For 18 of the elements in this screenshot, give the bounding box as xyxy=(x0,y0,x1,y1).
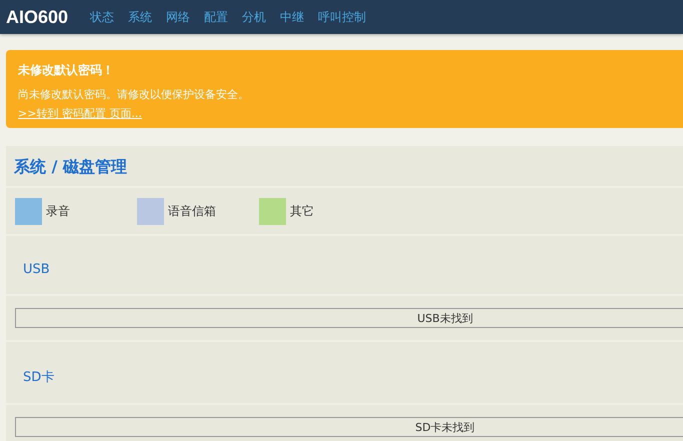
nav-link[interactable]: 中继 xyxy=(280,8,304,26)
warning-message: 尚未修改默认密码。请修改以便保护设备安全。 xyxy=(18,87,250,102)
nav-link[interactable]: 呼叫控制 xyxy=(318,8,366,26)
storage-heading: SD卡 xyxy=(22,369,56,387)
legend-label: 语音信箱 xyxy=(168,202,216,220)
nav-link[interactable]: 系统 xyxy=(128,8,152,26)
storage-heading: USB xyxy=(22,261,51,279)
nav-link[interactable]: 网络 xyxy=(166,8,190,26)
nav-link[interactable]: 分机 xyxy=(242,8,266,26)
legend-label: 录音 xyxy=(46,202,70,220)
brand-logo: AIO600 xyxy=(6,6,68,28)
storage-status-bar: USB未找到 xyxy=(15,308,683,328)
nav-link[interactable]: 配置 xyxy=(204,8,228,26)
storage-status-bar: SD卡未找到 xyxy=(15,417,683,437)
page-title: 系统 / 磁盘管理 xyxy=(13,156,128,178)
nav-link[interactable]: 状态 xyxy=(90,8,114,26)
warning-title: 未修改默认密码！ xyxy=(18,62,115,79)
legend-label: 其它 xyxy=(290,202,314,220)
